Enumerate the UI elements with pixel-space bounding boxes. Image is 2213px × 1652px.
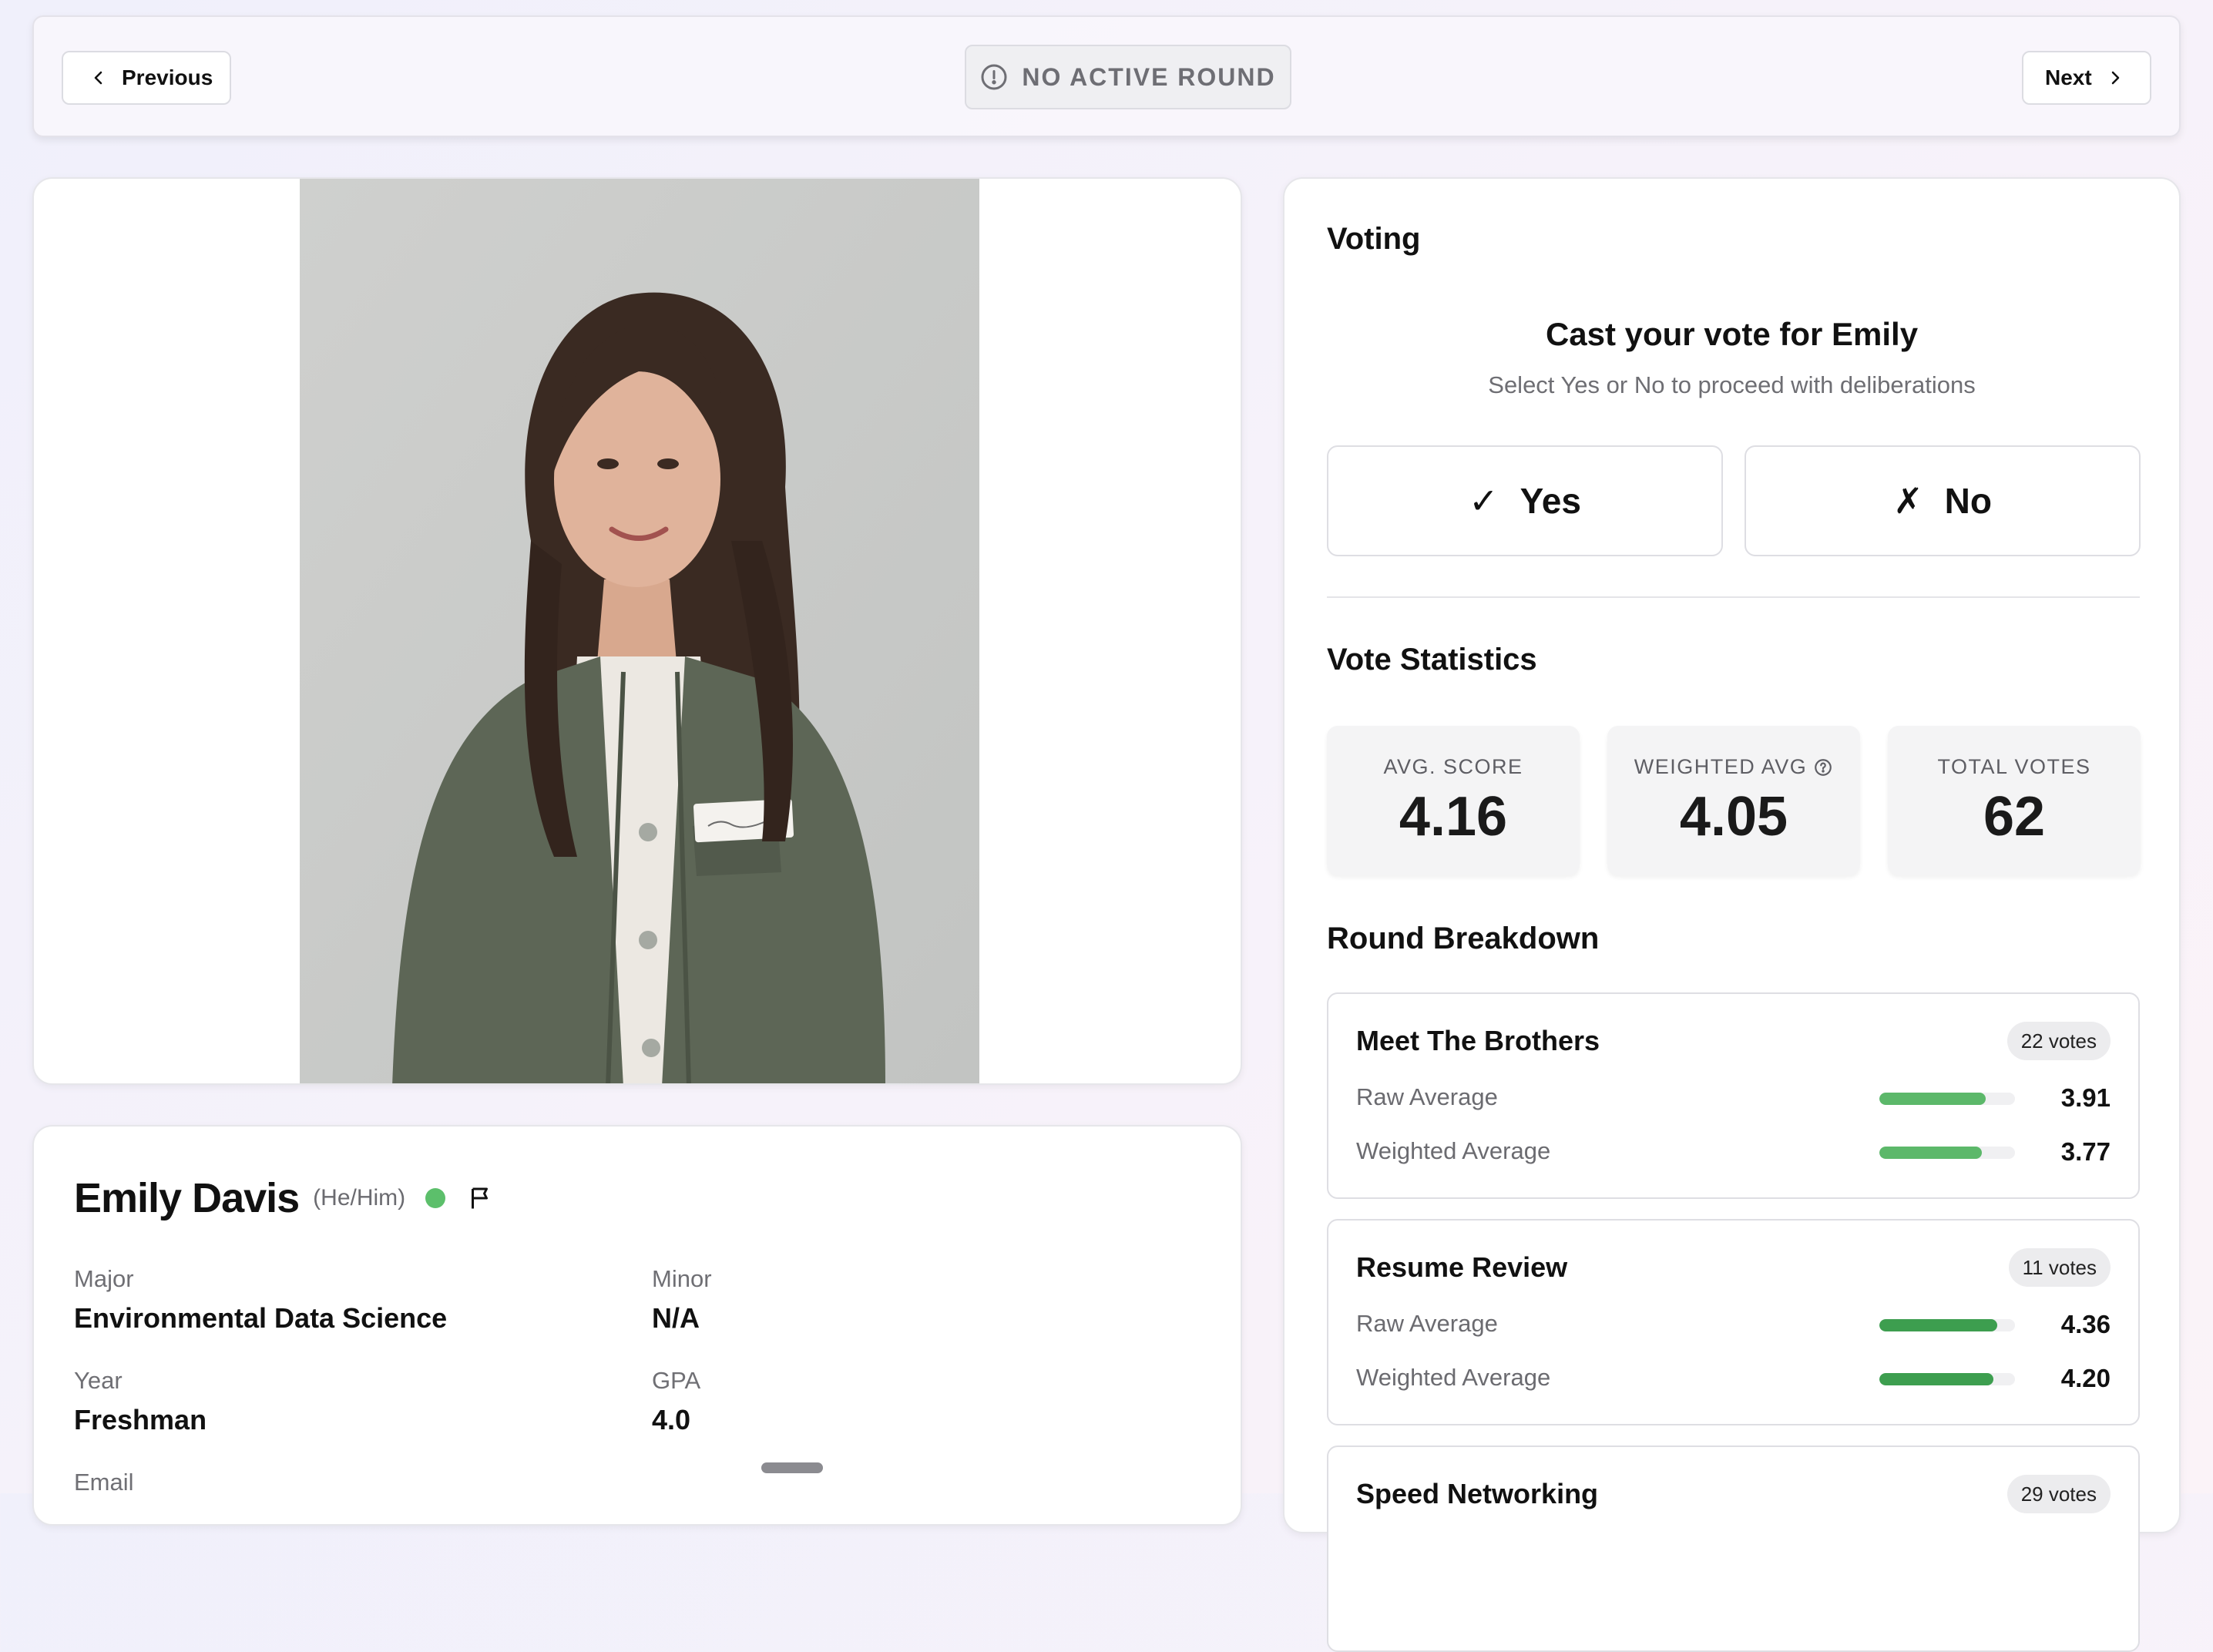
gpa-value: 4.0 bbox=[652, 1404, 691, 1435]
vote-yes-button[interactable]: ✓ Yes bbox=[1327, 445, 1723, 556]
round-votes-badge: 11 votes bbox=[2008, 1248, 2111, 1287]
drag-handle[interactable] bbox=[761, 1462, 823, 1473]
checkmark-icon: ✓ bbox=[1469, 481, 1499, 521]
year-value: Freshman bbox=[74, 1404, 207, 1435]
weighted-average-bar bbox=[1879, 1147, 2015, 1159]
round-name: Resume Review bbox=[1356, 1251, 1568, 1283]
raw-average-value: 4.36 bbox=[2060, 1310, 2111, 1338]
raw-average-row: Raw Average 4.36 bbox=[1356, 1310, 2111, 1341]
candidate-info-card: Emily Davis (He/Him) Major Environmental… bbox=[32, 1125, 1242, 1526]
previous-button-label: Previous bbox=[122, 65, 213, 89]
raw-average-label: Raw Average bbox=[1356, 1083, 1498, 1110]
raw-average-label: Raw Average bbox=[1356, 1310, 1498, 1337]
online-status-indicator bbox=[425, 1188, 446, 1208]
raw-average-bar-fill bbox=[1879, 1319, 1998, 1331]
avg-score-label: AVG. SCORE bbox=[1383, 755, 1523, 778]
round-navigation-bar: Previous NO ACTIVE ROUND Next bbox=[32, 15, 2181, 137]
total-votes-stat: TOTAL VOTES 62 bbox=[1888, 726, 2141, 875]
weighted-avg-label: WEIGHTED AVG bbox=[1634, 755, 1808, 778]
section-divider bbox=[1327, 596, 2140, 598]
raw-average-row: Raw Average 3.91 bbox=[1356, 1083, 2111, 1114]
vote-yes-label: Yes bbox=[1520, 481, 1581, 521]
weighted-average-row: Weighted Average 4.20 bbox=[1356, 1364, 2111, 1395]
round-card: Speed Networking 29 votes bbox=[1327, 1446, 2140, 1652]
weighted-avg-value: 4.05 bbox=[1679, 786, 1788, 848]
weighted-average-value: 4.20 bbox=[2060, 1364, 2111, 1392]
year-field: Year Freshman bbox=[74, 1367, 207, 1436]
minor-field: Minor N/A bbox=[652, 1265, 712, 1335]
vote-prompt-subtitle: Select Yes or No to proceed with deliber… bbox=[1488, 371, 1976, 398]
weighted-average-label: Weighted Average bbox=[1356, 1137, 1551, 1164]
weighted-average-bar-fill bbox=[1879, 1373, 1993, 1385]
minor-label: Minor bbox=[652, 1265, 712, 1292]
candidate-photo-card bbox=[32, 177, 1242, 1085]
raw-average-bar bbox=[1879, 1093, 2015, 1105]
previous-button[interactable]: Previous bbox=[62, 51, 231, 105]
avg-score-stat: AVG. SCORE 4.16 bbox=[1327, 726, 1580, 875]
chevron-right-icon bbox=[2111, 71, 2119, 85]
weighted-average-label: Weighted Average bbox=[1356, 1364, 1551, 1391]
candidate-pronouns: (He/Him) bbox=[313, 1185, 406, 1210]
vote-no-button[interactable]: ✗ No bbox=[1745, 445, 2141, 556]
round-breakdown-heading: Round Breakdown bbox=[1327, 922, 1600, 955]
round-card: Resume Review 11 votes Raw Average 4.36 … bbox=[1327, 1219, 2140, 1425]
raw-average-bar bbox=[1879, 1319, 2015, 1331]
gpa-label: GPA bbox=[652, 1367, 701, 1394]
next-button-label: Next bbox=[2045, 65, 2092, 89]
total-votes-value: 62 bbox=[1983, 786, 2046, 848]
weighted-avg-stat: WEIGHTED AVG 4.05 bbox=[1607, 726, 1860, 875]
alert-circle-icon bbox=[981, 64, 1007, 90]
vote-statistics-heading: Vote Statistics bbox=[1327, 643, 1537, 677]
round-votes-badge: 29 votes bbox=[2006, 1475, 2111, 1513]
total-votes-label: TOTAL VOTES bbox=[1937, 755, 2091, 778]
minor-value: N/A bbox=[652, 1302, 700, 1334]
flag-icon[interactable] bbox=[467, 1184, 495, 1212]
candidate-name-row: Emily Davis (He/Him) bbox=[74, 1174, 495, 1222]
round-status-badge: NO ACTIVE ROUND bbox=[965, 45, 1291, 109]
weighted-average-bar bbox=[1879, 1373, 2015, 1385]
voting-card: Voting Cast your vote for Emily Select Y… bbox=[1283, 177, 2181, 1652]
email-field: Email bbox=[74, 1469, 134, 1496]
chevron-left-icon bbox=[94, 71, 102, 85]
round-status-label: NO ACTIVE ROUND bbox=[1022, 62, 1276, 91]
help-circle-icon[interactable] bbox=[1813, 757, 1833, 777]
cross-icon: ✗ bbox=[1893, 481, 1923, 521]
weighted-average-row: Weighted Average 3.77 bbox=[1356, 1137, 2111, 1168]
round-card: Meet The Brothers 22 votes Raw Average 3… bbox=[1327, 992, 2140, 1199]
candidate-name: Emily Davis bbox=[74, 1175, 300, 1221]
major-label: Major bbox=[74, 1265, 134, 1292]
major-field: Major Environmental Data Science bbox=[74, 1265, 447, 1335]
raw-average-value: 3.91 bbox=[2060, 1083, 2111, 1112]
raw-average-bar-fill bbox=[1879, 1093, 1986, 1105]
weighted-average-value: 3.77 bbox=[2060, 1137, 2111, 1166]
year-label: Year bbox=[74, 1367, 123, 1394]
vote-prompt-title: Cast your vote for Emily bbox=[1545, 316, 1919, 352]
avg-score-value: 4.16 bbox=[1399, 786, 1508, 848]
major-value: Environmental Data Science bbox=[74, 1302, 448, 1334]
round-votes-badge: 22 votes bbox=[2006, 1022, 2111, 1060]
round-name: Speed Networking bbox=[1356, 1478, 1599, 1509]
voting-heading: Voting bbox=[1327, 222, 1421, 256]
email-label: Email bbox=[74, 1469, 134, 1496]
vote-no-label: No bbox=[1944, 481, 1992, 521]
round-name: Meet The Brothers bbox=[1356, 1025, 1600, 1056]
next-button[interactable]: Next bbox=[2022, 51, 2151, 105]
gpa-field: GPA 4.0 bbox=[652, 1367, 700, 1436]
weighted-average-bar-fill bbox=[1879, 1147, 1982, 1159]
candidate-photo bbox=[300, 179, 979, 1083]
